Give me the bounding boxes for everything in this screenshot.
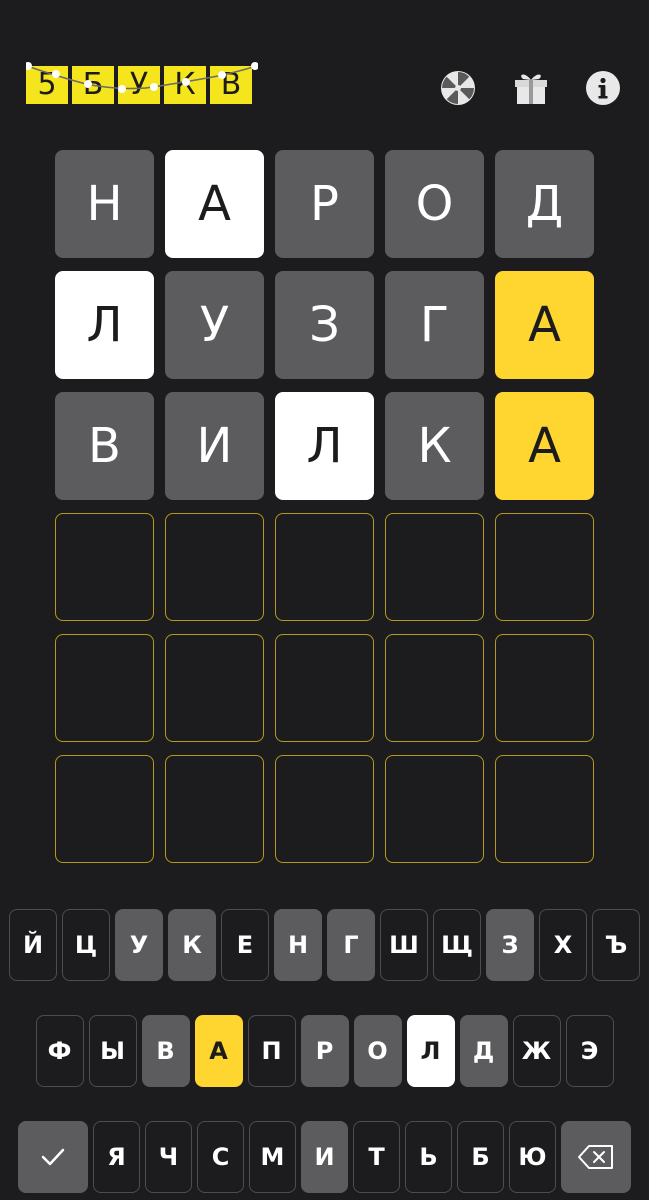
game-board: НАРОДЛУЗГАВИЛКА [55,150,595,876]
key-unused[interactable]: Ъ [592,909,640,981]
key-unused[interactable]: Э [565,1015,614,1087]
board-row [55,634,595,742]
game-logo: 5 Б У К В [26,62,258,106]
letter-tile-absent: Д [495,150,594,258]
checkmark-icon [41,1148,65,1166]
key-unused[interactable]: Ж [512,1015,561,1087]
key-unused[interactable]: Т [353,1121,400,1193]
key-unused[interactable]: Х [539,909,587,981]
key-unused[interactable]: Ф [35,1015,84,1087]
key-absent[interactable]: О [353,1015,402,1087]
empty-tile [385,634,484,742]
key-unused[interactable]: Ш [380,909,428,981]
empty-tile [495,634,594,742]
key-unused[interactable]: Ц [62,909,110,981]
gift-icon[interactable] [512,69,550,107]
letter-tile-correct: А [495,271,594,379]
letter-tile-absent: О [385,150,484,258]
empty-tile [165,513,264,621]
key-absent[interactable]: У [115,909,163,981]
keyboard-row-2: ФЫВАПРОЛДЖЭ [0,1015,649,1087]
key-unused[interactable]: М [249,1121,296,1193]
key-absent[interactable]: Д [459,1015,508,1087]
key-absent[interactable]: Р [300,1015,349,1087]
empty-tile [495,513,594,621]
empty-tile [55,513,154,621]
wheel-icon[interactable] [439,69,477,107]
letter-tile-absent: З [275,271,374,379]
empty-tile [495,755,594,863]
key-unused[interactable]: Ю [509,1121,556,1193]
empty-tile [275,755,374,863]
letter-tile-present: Л [55,271,154,379]
empty-tile [385,755,484,863]
letter-tile-absent: Н [55,150,154,258]
board-row [55,513,595,621]
empty-tile [55,755,154,863]
key-unused[interactable]: Я [93,1121,140,1193]
key-absent[interactable]: З [486,909,534,981]
letter-tile-absent: Р [275,150,374,258]
key-present[interactable]: Л [406,1015,455,1087]
key-unused[interactable]: Е [221,909,269,981]
letter-tile-absent: В [55,392,154,500]
key-unused[interactable]: Й [9,909,57,981]
empty-tile [275,634,374,742]
letter-tile-absent: Г [385,271,484,379]
backspace-key[interactable] [561,1121,631,1193]
board-row: ВИЛКА [55,392,595,500]
info-icon[interactable] [584,69,622,107]
letter-tile-absent: К [385,392,484,500]
empty-tile [275,513,374,621]
key-unused[interactable]: Ы [88,1015,137,1087]
enter-key[interactable] [18,1121,88,1193]
empty-tile [55,634,154,742]
key-absent[interactable]: Н [274,909,322,981]
key-absent[interactable]: Г [327,909,375,981]
key-correct[interactable]: А [194,1015,243,1087]
board-row: ЛУЗГА [55,271,595,379]
key-absent[interactable]: К [168,909,216,981]
empty-tile [165,755,264,863]
letter-tile-correct: А [495,392,594,500]
letter-tile-absent: У [165,271,264,379]
letter-tile-present: А [165,150,264,258]
backspace-icon [578,1145,613,1169]
board-row: НАРОД [55,150,595,258]
board-row [55,755,595,863]
key-unused[interactable]: Ь [405,1121,452,1193]
empty-tile [385,513,484,621]
keyboard-row-1: ЙЦУКЕНГШЩЗХЪ [0,909,649,981]
string-lights-decoration [26,62,258,93]
letter-tile-absent: И [165,392,264,500]
key-unused[interactable]: Б [457,1121,504,1193]
key-unused[interactable]: П [247,1015,296,1087]
key-unused[interactable]: Щ [433,909,481,981]
key-absent[interactable]: И [301,1121,348,1193]
key-unused[interactable]: Ч [145,1121,192,1193]
key-absent[interactable]: В [141,1015,190,1087]
letter-tile-present: Л [275,392,374,500]
key-unused[interactable]: С [197,1121,244,1193]
empty-tile [165,634,264,742]
keyboard-row-3: ЯЧСМИТЬБЮ [0,1121,649,1193]
